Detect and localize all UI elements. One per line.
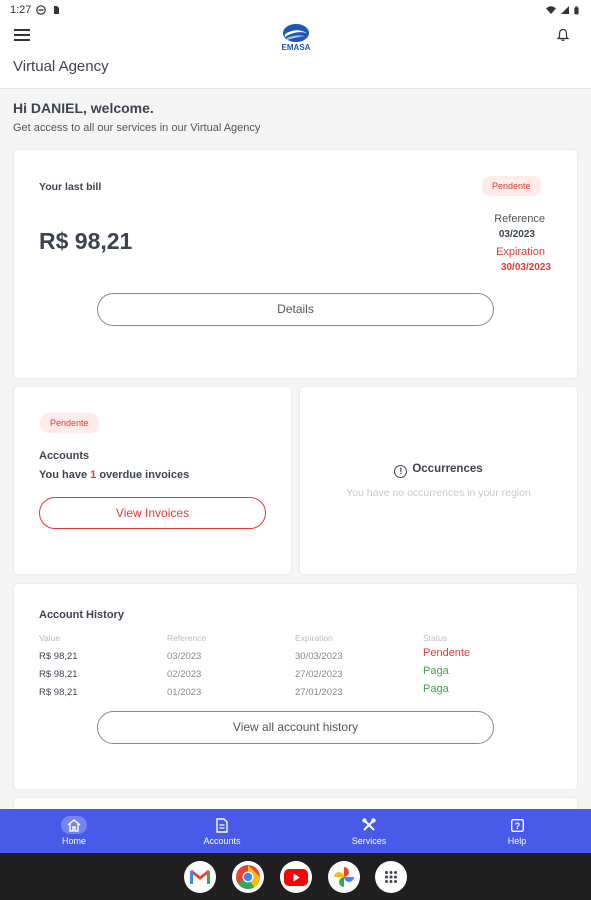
view-invoices-button[interactable]: View Invoices bbox=[39, 497, 266, 529]
row-value: R$ 98,21 bbox=[39, 669, 78, 680]
nav-accounts-label: Accounts bbox=[203, 836, 241, 846]
history-title: Account History bbox=[39, 609, 124, 621]
row-value: R$ 98,21 bbox=[39, 651, 78, 662]
system-dock bbox=[0, 853, 591, 900]
status-badge: Pendente bbox=[40, 413, 99, 433]
apps-icon[interactable] bbox=[375, 861, 407, 893]
wifi-icon bbox=[546, 6, 556, 14]
column-header-status: Status bbox=[423, 633, 448, 643]
battery-icon bbox=[574, 5, 579, 14]
row-value: R$ 98,21 bbox=[39, 687, 78, 698]
nav-services[interactable]: Services bbox=[348, 809, 390, 853]
svg-text:?: ? bbox=[514, 821, 520, 831]
accounts-title: Accounts bbox=[39, 450, 90, 462]
bottom-navigation: Home Accounts Services ? Help bbox=[0, 809, 591, 853]
page-title: Virtual Agency bbox=[13, 58, 109, 75]
sim-icon bbox=[54, 6, 60, 14]
overdue-suffix: overdue invoices bbox=[96, 469, 190, 481]
status-bar: 1:27 bbox=[0, 0, 591, 20]
account-history-card: Account History Value Reference Expirati… bbox=[14, 584, 577, 789]
status-badge: Pendente bbox=[482, 176, 541, 196]
nav-help-label: Help bbox=[507, 836, 527, 846]
accounts-card: Pendente Accounts You have 1 overdue inv… bbox=[14, 387, 291, 574]
row-reference: 03/2023 bbox=[167, 651, 202, 662]
overdue-text: You have 1 overdue invoices bbox=[39, 469, 189, 481]
menu-icon[interactable] bbox=[14, 29, 32, 41]
expiration-label: Expiration bbox=[496, 246, 545, 258]
app-bar: EMASA bbox=[0, 20, 591, 51]
row-expiration: 27/01/2023 bbox=[295, 687, 343, 698]
nav-services-label: Services bbox=[351, 836, 387, 846]
row-expiration: 30/03/2023 bbox=[295, 651, 343, 662]
row-reference: 01/2023 bbox=[167, 687, 202, 698]
expiration-value: 30/03/2023 bbox=[500, 262, 551, 273]
tools-icon bbox=[358, 816, 380, 834]
logo-text: EMASA bbox=[282, 43, 311, 51]
bell-icon[interactable] bbox=[556, 28, 570, 42]
reference-label: Reference bbox=[494, 213, 545, 225]
status-time: 1:27 bbox=[10, 4, 32, 16]
row-status: Paga bbox=[423, 683, 449, 695]
greeting-subtitle: Get access to all our services in our Vi… bbox=[13, 122, 261, 134]
occurrences-title: Occurrences bbox=[412, 463, 483, 475]
chrome-icon[interactable] bbox=[232, 861, 264, 893]
column-header-value: Value bbox=[39, 633, 61, 643]
row-status: Paga bbox=[423, 665, 449, 677]
row-reference: 02/2023 bbox=[167, 669, 202, 680]
bill-amount: R$ 98,21 bbox=[39, 228, 133, 254]
view-all-history-button[interactable]: View all account history bbox=[97, 711, 494, 744]
nav-accounts[interactable]: Accounts bbox=[199, 809, 245, 853]
signal-icon bbox=[561, 6, 569, 14]
greeting-title: Hi DANIEL, welcome. bbox=[13, 100, 154, 116]
occurrences-card: ! Occurrences You have no occurrences in … bbox=[300, 387, 577, 574]
info-icon: ! bbox=[394, 465, 408, 478]
document-icon bbox=[211, 816, 233, 834]
youtube-icon[interactable] bbox=[280, 861, 312, 893]
row-expiration: 27/02/2023 bbox=[295, 669, 343, 680]
occurrences-heading: ! Occurrences bbox=[300, 463, 577, 478]
last-bill-label: Your last bill bbox=[39, 181, 102, 193]
gmail-icon[interactable] bbox=[184, 861, 216, 893]
occurrences-message: You have no occurrences in your region bbox=[346, 487, 531, 499]
nav-home-label: Home bbox=[61, 836, 86, 846]
overdue-prefix: You have bbox=[39, 469, 91, 481]
column-header-reference: Reference bbox=[167, 633, 207, 643]
row-status: Pendente bbox=[423, 647, 471, 659]
details-button[interactable]: Details bbox=[97, 293, 494, 326]
nav-home[interactable]: Home bbox=[57, 809, 91, 853]
reference-value: 03/2023 bbox=[498, 229, 535, 240]
nav-help[interactable]: ? Help bbox=[502, 809, 532, 853]
photos-icon[interactable] bbox=[328, 861, 360, 893]
dnd-icon bbox=[36, 5, 47, 15]
last-bill-card: Your last bill Pendente R$ 98,21 Referen… bbox=[14, 150, 577, 378]
help-icon: ? bbox=[506, 816, 528, 834]
column-header-expiration: Expiration bbox=[295, 633, 333, 643]
emasa-logo: EMASA bbox=[282, 24, 311, 51]
home-icon bbox=[61, 816, 87, 834]
